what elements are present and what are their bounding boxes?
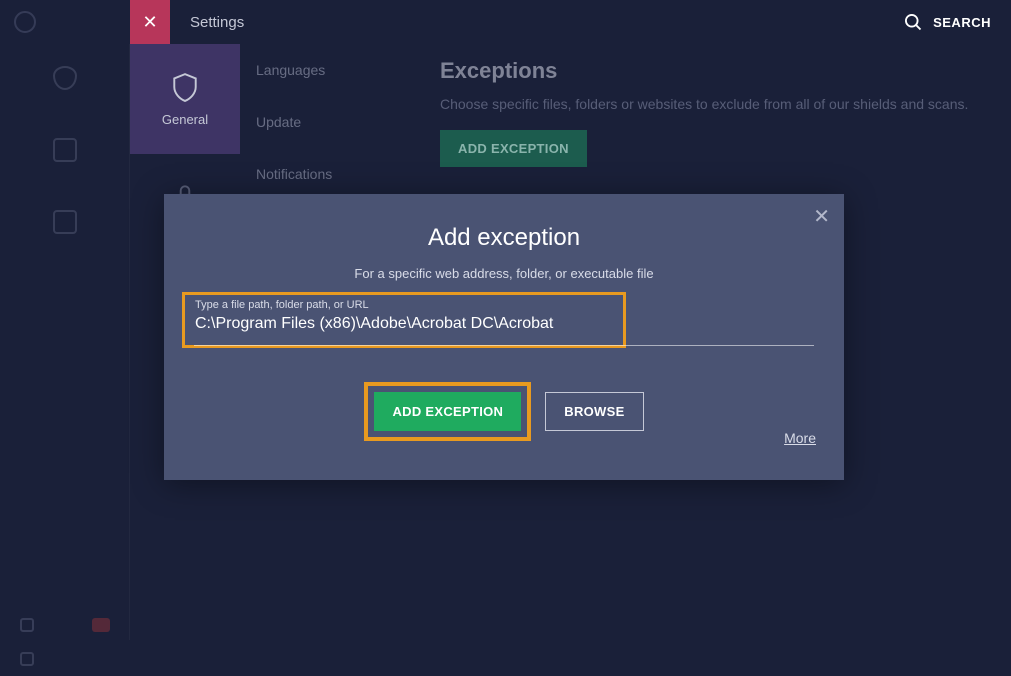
exceptions-heading: Exceptions: [440, 58, 991, 84]
tab-general[interactable]: General: [130, 44, 240, 154]
bl-icon: [20, 618, 34, 632]
path-input-highlight: Type a file path, folder path, or URL: [182, 292, 626, 348]
more-link[interactable]: More: [784, 430, 816, 446]
add-exception-button-bg[interactable]: ADD EXCEPTION: [440, 130, 587, 167]
modal-close-button[interactable]: ✕: [813, 204, 830, 229]
status-icon: [53, 66, 77, 90]
leftnav-item-status[interactable]: [0, 44, 129, 116]
exceptions-description: Choose specific files, folders or websit…: [440, 96, 991, 112]
modal-title: Add exception: [164, 194, 844, 252]
submenu-item-update[interactable]: Update: [240, 96, 410, 148]
brand-area: [0, 0, 130, 44]
path-input[interactable]: [195, 315, 613, 333]
left-nav: [0, 44, 130, 640]
brand-icon: [14, 11, 36, 33]
leftnav-item-protection[interactable]: [0, 116, 129, 188]
add-exception-highlight: ADD EXCEPTION: [364, 382, 531, 441]
tab-label: General: [162, 112, 208, 127]
search-icon: [903, 12, 923, 32]
path-input-label: Type a file path, folder path, or URL: [195, 299, 613, 311]
close-icon: ✕: [813, 206, 830, 228]
search-button[interactable]: SEARCH: [903, 12, 991, 32]
top-bar: ✕ Settings SEARCH: [0, 0, 1011, 44]
modal-subtitle: For a specific web address, folder, or e…: [164, 266, 844, 281]
submenu-item-languages[interactable]: Languages: [240, 44, 410, 96]
input-underline: [194, 345, 814, 346]
bl-icon: [20, 652, 34, 666]
add-exception-button[interactable]: ADD EXCEPTION: [374, 392, 521, 431]
notification-badge: [92, 618, 110, 632]
leftnav-item-privacy[interactable]: [0, 188, 129, 260]
main-content: Exceptions Choose specific files, folder…: [440, 58, 991, 167]
browse-button[interactable]: BROWSE: [545, 392, 643, 431]
close-button[interactable]: ✕: [130, 0, 170, 44]
add-exception-modal: ✕ Add exception For a specific web addre…: [164, 194, 844, 480]
submenu: Languages Update Notifications: [240, 44, 410, 200]
shield-icon: [172, 72, 198, 102]
privacy-icon: [53, 210, 77, 234]
modal-button-row: ADD EXCEPTION BROWSE: [164, 382, 844, 441]
protection-icon: [53, 138, 77, 162]
submenu-item-notifications[interactable]: Notifications: [240, 148, 410, 200]
bottomleft-item-1[interactable]: [0, 608, 130, 642]
search-label: SEARCH: [933, 15, 991, 30]
close-icon: ✕: [142, 12, 157, 33]
bottomleft-item-2[interactable]: [0, 642, 130, 676]
bottom-left: [0, 608, 130, 676]
page-title: Settings: [190, 14, 244, 31]
